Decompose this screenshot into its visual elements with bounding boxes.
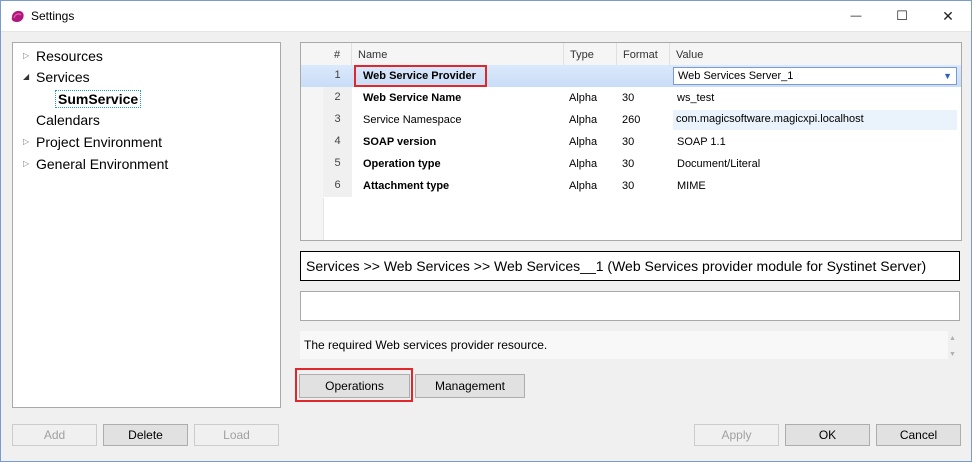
- row-number: 1: [323, 65, 352, 88]
- window-title: Settings: [31, 9, 75, 23]
- description-text: The required Web services provider resou…: [300, 331, 948, 359]
- load-button-label: Load: [223, 428, 250, 442]
- highlight-box: [354, 65, 487, 87]
- scroll-down-icon[interactable]: ▼: [949, 351, 956, 358]
- row-number: 3: [323, 109, 352, 132]
- tree-item-sumservice[interactable]: SumService: [55, 89, 142, 109]
- provider-select-value: Web Services Server_1: [678, 70, 794, 82]
- row-name: Operation type: [363, 158, 441, 170]
- table-row[interactable]: 1 Web Service Provider Web Services Serv…: [301, 65, 961, 88]
- row-name: SOAP version: [363, 136, 437, 148]
- row-number: 4: [323, 131, 352, 154]
- tree-item-label: General Environment: [36, 156, 169, 172]
- row-value[interactable]: Document/Literal: [677, 153, 760, 175]
- row-value[interactable]: com.magicsoftware.magicxpi.localhost: [673, 110, 957, 130]
- row-format: 30: [622, 180, 635, 192]
- row-format: 30: [622, 92, 635, 104]
- table-row[interactable]: 4 SOAP version Alpha 30 SOAP 1.1: [301, 131, 961, 154]
- tree-item-label: Calendars: [36, 112, 100, 128]
- tree-item-label: Resources: [36, 48, 103, 64]
- table-row[interactable]: 3 Service Namespace Alpha 260 com.magics…: [301, 109, 961, 132]
- close-button[interactable]: ✕: [925, 1, 971, 31]
- row-number: 6: [323, 175, 352, 198]
- details-field[interactable]: [300, 291, 960, 321]
- provider-select[interactable]: Web Services Server_1 ▼: [673, 67, 957, 85]
- table-row[interactable]: 6 Attachment type Alpha 30 MIME: [301, 175, 961, 198]
- expand-icon[interactable]: ▷: [23, 132, 29, 152]
- row-value[interactable]: MIME: [677, 175, 706, 197]
- row-name: Attachment type: [363, 180, 450, 192]
- row-type: Alpha: [569, 158, 598, 170]
- management-button[interactable]: Management: [415, 374, 525, 398]
- grid-header: # Name Type Format Value: [301, 43, 961, 66]
- column-header-type[interactable]: Type: [564, 43, 617, 65]
- row-type: Alpha: [569, 92, 598, 104]
- row-value[interactable]: SOAP 1.1: [677, 131, 726, 153]
- cancel-button[interactable]: Cancel: [876, 424, 961, 446]
- column-header-value[interactable]: Value: [670, 43, 961, 65]
- row-number: 2: [323, 87, 352, 110]
- minimize-icon: —: [850, 10, 862, 22]
- load-button[interactable]: Load: [194, 424, 279, 446]
- title-bar: Settings — ☐ ✕: [1, 1, 971, 32]
- row-format: 30: [622, 158, 635, 170]
- maximize-icon: ☐: [896, 8, 908, 23]
- scroll-up-icon[interactable]: ▲: [949, 335, 956, 342]
- settings-window: Settings — ☐ ✕ ▷ Resources ◢ Services Su…: [0, 0, 972, 462]
- column-header-number[interactable]: #: [323, 43, 352, 65]
- collapse-icon[interactable]: ◢: [23, 67, 29, 87]
- row-number: 5: [323, 153, 352, 176]
- column-header-name[interactable]: Name: [352, 43, 564, 65]
- properties-grid[interactable]: # Name Type Format Value 1 Web Service P…: [300, 42, 962, 241]
- table-row[interactable]: 2 Web Service Name Alpha 30 ws_test: [301, 87, 961, 110]
- column-header-format[interactable]: Format: [617, 43, 670, 65]
- apply-button-label: Apply: [721, 428, 752, 442]
- settings-tree[interactable]: ▷ Resources ◢ Services SumService Calend…: [12, 42, 281, 408]
- row-type: Alpha: [569, 114, 598, 126]
- ok-button[interactable]: OK: [785, 424, 870, 446]
- chevron-down-icon[interactable]: ▼: [943, 68, 952, 84]
- row-value[interactable]: ws_test: [677, 87, 714, 109]
- highlight-box: [295, 368, 413, 402]
- row-format: 260: [622, 114, 641, 126]
- tree-item-calendars[interactable]: Calendars: [36, 110, 100, 130]
- table-row[interactable]: 5 Operation type Alpha 30 Document/Liter…: [301, 153, 961, 176]
- resource-path-display: Services >> Web Services >> Web Services…: [300, 251, 960, 281]
- close-icon: ✕: [942, 7, 954, 24]
- row-name: Web Service Name: [363, 92, 462, 104]
- maximize-button[interactable]: ☐: [879, 1, 925, 31]
- expand-icon[interactable]: ▷: [23, 46, 29, 66]
- row-name: Service Namespace: [363, 114, 462, 126]
- management-button-label: Management: [434, 379, 506, 393]
- ok-button-label: OK: [818, 428, 837, 442]
- add-button[interactable]: Add: [12, 424, 97, 446]
- add-button-label: Add: [43, 428, 66, 442]
- minimize-button[interactable]: —: [833, 1, 879, 31]
- cancel-button-label: Cancel: [899, 428, 938, 442]
- tree-item-label: Services: [36, 69, 90, 85]
- tree-item-label: SumService: [55, 90, 142, 108]
- delete-button[interactable]: Delete: [103, 424, 188, 446]
- tree-item-label: Project Environment: [36, 134, 163, 150]
- row-format: 30: [622, 136, 635, 148]
- expand-icon[interactable]: ▷: [23, 154, 29, 174]
- apply-button[interactable]: Apply: [694, 424, 779, 446]
- row-type: Alpha: [569, 180, 598, 192]
- row-type: Alpha: [569, 136, 598, 148]
- delete-button-label: Delete: [128, 428, 163, 442]
- app-logo-icon: [11, 10, 24, 22]
